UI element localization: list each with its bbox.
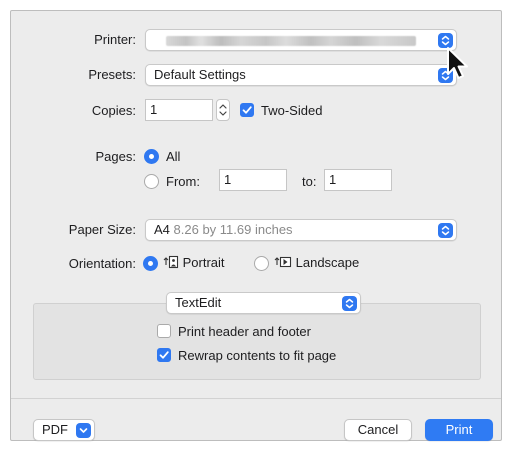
presets-value: Default Settings (154, 67, 246, 82)
print-button[interactable]: Print (425, 419, 493, 441)
portrait-icon (163, 255, 179, 269)
rewrap-label: Rewrap contents to fit page (178, 348, 337, 363)
app-section-popup[interactable]: TextEdit (166, 292, 361, 314)
presets-popup[interactable]: Default Settings (145, 64, 457, 86)
chevron-updown-icon (438, 223, 453, 238)
checkmark-icon (242, 106, 252, 114)
app-options-panel (33, 303, 481, 380)
printer-label: Printer: (94, 32, 136, 47)
portrait-radio[interactable] (143, 256, 158, 271)
cancel-button[interactable]: Cancel (344, 419, 412, 441)
print-header-checkbox[interactable] (157, 324, 171, 338)
app-section-value: TextEdit (175, 295, 222, 310)
mouse-cursor-icon (447, 47, 468, 79)
copies-stepper[interactable] (216, 99, 230, 121)
presets-label: Presets: (88, 67, 136, 82)
two-sided-label: Two-Sided (261, 103, 323, 118)
copies-field[interactable]: 1 (145, 99, 213, 121)
landscape-option[interactable]: Landscape (274, 255, 359, 270)
print-dialog: Printer: Presets: Default Settings Copie… (10, 10, 502, 441)
pages-from-radio[interactable] (144, 174, 159, 189)
paper-size-popup[interactable]: A4 8.26 by 11.69 inches (145, 219, 457, 241)
portrait-option[interactable]: Portrait (163, 255, 225, 270)
landscape-icon (274, 256, 292, 268)
pages-to-label: to: (302, 174, 317, 189)
printer-name-redacted (166, 36, 416, 46)
printer-popup[interactable] (145, 29, 457, 51)
pages-all-label: All (166, 149, 181, 164)
paper-size-label: Paper Size: (68, 222, 136, 237)
pages-all-radio[interactable] (144, 149, 159, 164)
orientation-label: Orientation: (68, 256, 136, 271)
landscape-label: Landscape (295, 255, 360, 270)
footer-divider (11, 398, 501, 399)
chevron-down-icon (76, 423, 91, 438)
rewrap-checkbox[interactable] (157, 348, 171, 362)
paper-size-dimensions: 8.26 by 11.69 inches (173, 222, 293, 237)
pdf-menu-button[interactable]: PDF (33, 419, 95, 441)
checkmark-icon (159, 351, 169, 359)
pages-to-field[interactable]: 1 (324, 169, 392, 191)
portrait-label: Portrait (182, 255, 225, 270)
two-sided-checkbox[interactable] (240, 103, 254, 117)
pages-label: Pages: (95, 149, 136, 164)
stepper-arrows-icon (219, 104, 227, 116)
pages-from-label: From: (166, 174, 200, 189)
copies-label: Copies: (91, 103, 136, 118)
landscape-radio[interactable] (254, 256, 269, 271)
print-header-label: Print header and footer (178, 324, 311, 339)
chevron-updown-icon (342, 296, 357, 311)
pages-from-field[interactable]: 1 (219, 169, 287, 191)
pdf-label: PDF (42, 422, 68, 437)
paper-size-name: A4 (154, 222, 170, 237)
